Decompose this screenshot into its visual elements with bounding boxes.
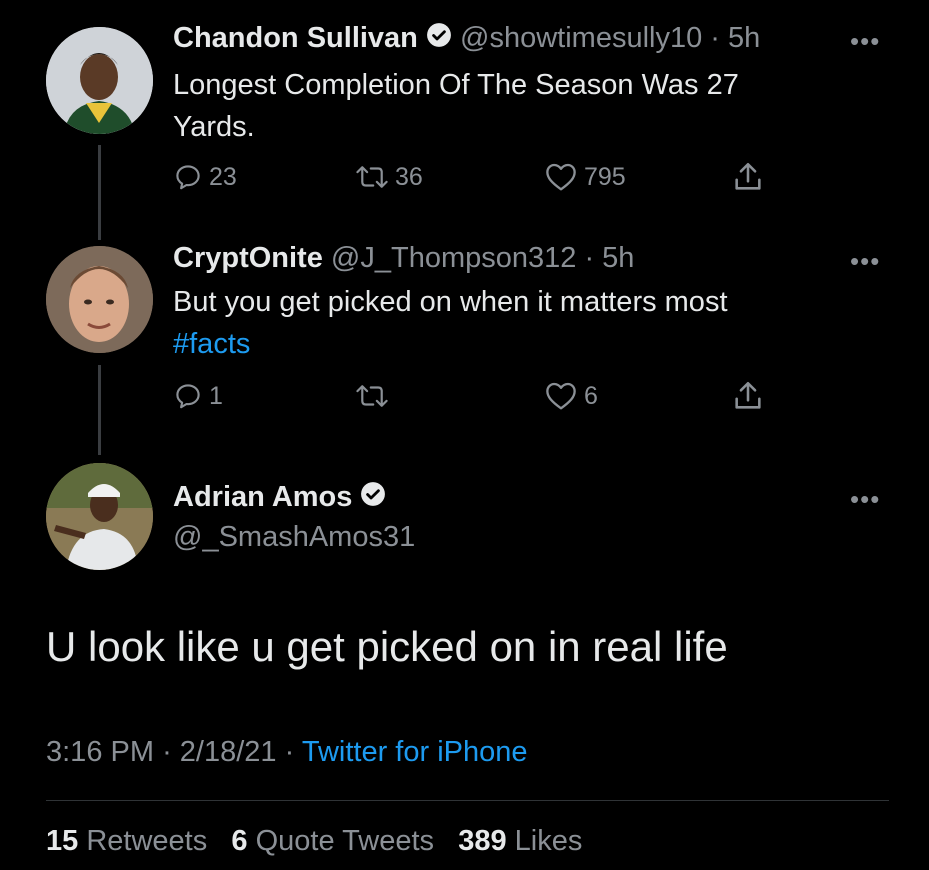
- timestamp[interactable]: 5h: [602, 242, 634, 274]
- quote-tweets-stat[interactable]: 6 Quote Tweets: [231, 825, 442, 857]
- retweets-stat[interactable]: 15 Retweets: [46, 825, 215, 857]
- quotes-count: 6: [231, 825, 248, 857]
- reply-count: 1: [209, 381, 223, 410]
- tweet-text-line: Yards.: [173, 111, 255, 143]
- tweet-source-link[interactable]: Twitter for iPhone: [302, 736, 528, 768]
- reply-count: 23: [209, 162, 237, 191]
- avatar-adrian-amos[interactable]: [46, 463, 153, 570]
- tweet-date[interactable]: 2/18/21: [180, 736, 277, 768]
- hashtag-link[interactable]: #facts: [173, 323, 728, 365]
- main-tweet-text: U look like u get picked on in real life: [46, 623, 728, 670]
- retweets-label: Retweets: [86, 825, 208, 857]
- tweet-meta: 3:16 PM · 2/18/21 · Twitter for iPhone: [46, 736, 528, 769]
- tweet-time[interactable]: 3:16 PM: [46, 736, 154, 768]
- more-options-icon[interactable]: •••: [850, 248, 880, 274]
- handle[interactable]: @_SmashAmos31: [173, 521, 415, 554]
- tweet-text-line: But you get picked on when it matters mo…: [173, 286, 728, 318]
- retweet-icon: [356, 385, 388, 407]
- like-button[interactable]: 795: [544, 162, 626, 192]
- retweet-count: 36: [395, 162, 423, 191]
- display-name[interactable]: Adrian Amos: [173, 481, 352, 513]
- main-tweet-author: Adrian Amos: [173, 481, 386, 515]
- share-button[interactable]: [731, 379, 765, 413]
- quotes-label: Quote Tweets: [255, 825, 435, 857]
- time-separator: ·: [710, 22, 720, 54]
- likes-count: 389: [458, 825, 507, 857]
- retweet-button[interactable]: 36: [355, 162, 423, 192]
- share-icon: [735, 381, 761, 409]
- display-name[interactable]: Chandon Sullivan: [173, 22, 418, 54]
- time-separator: ·: [584, 242, 595, 274]
- likes-stat[interactable]: 389 Likes: [458, 825, 582, 857]
- more-options-icon[interactable]: •••: [850, 28, 880, 54]
- reply-button[interactable]: 1: [173, 381, 223, 411]
- avatar-cryptonite[interactable]: [46, 246, 153, 353]
- meta-separator: ·: [162, 736, 172, 768]
- tweet-2-text: But you get picked on when it matters mo…: [173, 281, 728, 365]
- handle[interactable]: @J_Thompson312: [331, 242, 576, 274]
- retweets-count: 15: [46, 825, 79, 857]
- heart-icon: [546, 382, 576, 410]
- reply-icon: [176, 384, 200, 409]
- tweet-1-header: Chandon Sullivan @showtimesully10 · 5h: [173, 22, 760, 56]
- share-icon: [735, 162, 761, 190]
- share-button[interactable]: [731, 160, 765, 194]
- retweet-button[interactable]: [355, 381, 395, 411]
- handle[interactable]: @showtimesully10: [460, 22, 702, 54]
- likes-label: Likes: [514, 825, 583, 857]
- thread-line: [98, 365, 101, 455]
- reply-button[interactable]: 23: [173, 162, 237, 192]
- retweet-icon: [356, 166, 388, 188]
- tweet-text-line: Longest Completion Of The Season Was 27: [173, 69, 739, 101]
- tweet-2-header: CryptOnite @J_Thompson312 · 5h: [173, 242, 634, 275]
- reply-icon: [176, 165, 200, 190]
- tweet-1-text: Longest Completion Of The Season Was 27 …: [173, 64, 739, 148]
- thread-line: [98, 145, 101, 240]
- tweet-stats: 15 Retweets 6 Quote Tweets 389 Likes: [46, 825, 582, 858]
- verified-badge-icon: [360, 481, 386, 515]
- like-button[interactable]: 6: [544, 381, 598, 411]
- like-count: 6: [584, 381, 598, 410]
- timestamp[interactable]: 5h: [728, 22, 760, 54]
- heart-icon: [546, 163, 576, 191]
- meta-separator: ·: [284, 736, 295, 768]
- more-options-icon[interactable]: •••: [850, 486, 880, 512]
- display-name[interactable]: CryptOnite: [173, 242, 323, 274]
- divider: [46, 800, 889, 801]
- verified-badge-icon: [426, 22, 452, 56]
- like-count: 795: [584, 162, 626, 191]
- avatar-chandon-sullivan[interactable]: [46, 27, 153, 134]
